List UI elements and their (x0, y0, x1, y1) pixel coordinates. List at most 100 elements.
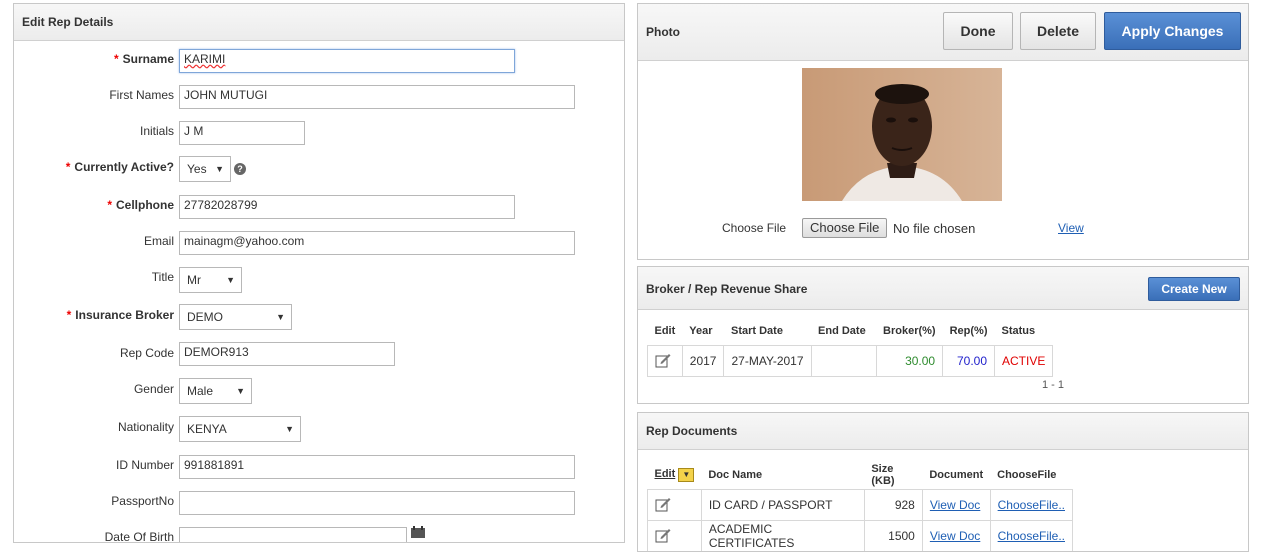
col-end-date: End Date (818, 325, 866, 337)
required-marker: * (65, 160, 71, 174)
rep-code-label: Rep Code (119, 346, 174, 360)
rep-documents-title: Rep Documents (646, 424, 738, 438)
insurance-broker-value: DEMO (187, 310, 223, 324)
edit-cell[interactable] (647, 489, 702, 521)
broker-pct-cell: 30.00 (875, 345, 944, 377)
gender-label: Gender (133, 382, 174, 396)
rep-code-input[interactable]: DEMOR913 (179, 342, 395, 366)
rep-pct-cell: 70.00 (942, 345, 995, 377)
start-date-cell: 27-MAY-2017 (723, 345, 812, 377)
doc-name-cell: ACADEMIC CERTIFICATES (700, 520, 865, 551)
create-new-button[interactable]: Create New (1148, 277, 1240, 301)
rep-documents-region: Rep Documents Edit ▼ Doc Name Size (KB) … (637, 412, 1249, 552)
date-of-birth-input[interactable] (179, 527, 407, 542)
view-doc-link[interactable]: View Doc (921, 489, 991, 521)
size-cell: 928 (863, 489, 923, 521)
end-date-cell (810, 345, 877, 377)
table-header-row: Edit ▼ Doc Name Size (KB) Document Choos… (648, 461, 1073, 490)
dropdown-icon[interactable]: ▼ (678, 468, 695, 482)
photo-title: Photo (646, 25, 680, 39)
choose-file-label: Choose File (722, 221, 787, 235)
choose-file-link-text[interactable]: ChooseFile.. (998, 498, 1065, 512)
surname-input[interactable]: KARIMI (179, 49, 515, 73)
col-start-date: Start Date (730, 325, 783, 337)
pagination-text: 1 - 1 (1042, 379, 1065, 391)
edit-rep-header: Edit Rep Details (14, 4, 624, 41)
col-status: Status (1001, 325, 1036, 337)
edit-pencil-icon (655, 528, 671, 542)
chevron-down-icon: ▼ (215, 164, 224, 174)
initials-label: Initials (139, 124, 174, 138)
choose-file-link-text[interactable]: ChooseFile.. (998, 529, 1065, 543)
title-label: Title (151, 270, 174, 284)
no-file-chosen-text: No file chosen (893, 221, 976, 236)
view-link[interactable]: View (1058, 221, 1084, 235)
surname-value: KARIMI (184, 52, 226, 66)
choose-file-button[interactable]: Choose File (802, 218, 888, 238)
cellphone-input[interactable]: 27782028799 (179, 195, 515, 219)
passport-no-label: PassportNo (111, 494, 174, 508)
size-cell: 1500 (863, 520, 923, 551)
first-names-label: First Names (109, 88, 174, 102)
nationality-value: KENYA (187, 422, 227, 436)
date-of-birth-label: Date Of Birth (104, 530, 174, 543)
view-doc-link-text[interactable]: View Doc (930, 498, 980, 512)
delete-button[interactable]: Delete (1020, 12, 1096, 50)
rep-photo (802, 68, 1002, 201)
required-marker: * (66, 308, 72, 322)
choose-file-link[interactable]: ChooseFile.. (989, 489, 1074, 521)
done-button[interactable]: Done (943, 12, 1013, 50)
currently-active-label: * Currently Active? (14, 160, 174, 174)
col-doc-name: Doc Name (708, 469, 763, 481)
edit-cell[interactable] (647, 345, 683, 377)
table-row: ACADEMIC CERTIFICATES 1500 View Doc Choo… (647, 520, 1074, 551)
col-broker: Broker(%) (883, 325, 936, 337)
table-header-row: Edit Year Start Date End Date Broker(%) … (648, 317, 1053, 346)
title-value: Mr (187, 273, 201, 287)
nationality-select[interactable]: KENYA ▼ (179, 416, 301, 442)
view-doc-link[interactable]: View Doc (921, 520, 991, 551)
title-select[interactable]: Mr ▼ (179, 267, 242, 293)
col-document: Document (929, 469, 984, 481)
view-doc-link-text[interactable]: View Doc (930, 529, 980, 543)
photo-header: Photo Done Delete Apply Changes (638, 4, 1248, 61)
edit-column-link[interactable]: Edit (655, 468, 676, 480)
id-number-input[interactable]: 991881891 (179, 455, 575, 479)
currently-active-value: Yes (187, 162, 207, 176)
surname-label-text: Surname (122, 52, 174, 66)
email-label: Email (143, 234, 174, 248)
email-input[interactable]: mainagm@yahoo.com (179, 231, 575, 255)
calendar-icon[interactable] (410, 526, 426, 541)
insurance-broker-label: * Insurance Broker (14, 308, 174, 322)
col-year: Year (689, 325, 713, 337)
apply-changes-button[interactable]: Apply Changes (1104, 12, 1241, 50)
id-number-label: ID Number (115, 458, 174, 472)
surname-label: * Surname (14, 52, 174, 66)
required-marker: * (107, 198, 112, 212)
gender-value: Male (187, 384, 214, 398)
currently-active-select[interactable]: Yes ▼ (179, 156, 231, 182)
doc-name-cell: ID CARD / PASSPORT (700, 489, 865, 521)
edit-cell[interactable] (647, 520, 702, 551)
revenue-share-region: Broker / Rep Revenue Share Create New Ed… (637, 266, 1249, 404)
revenue-share-title: Broker / Rep Revenue Share (646, 282, 808, 296)
initials-input[interactable]: J M (179, 121, 305, 145)
cellphone-label-text: Cellphone (115, 198, 174, 212)
table-row: 2017 27-MAY-2017 30.00 70.00 ACTIVE (647, 345, 1054, 377)
help-icon[interactable]: ? (234, 163, 246, 175)
rep-documents-table: Edit ▼ Doc Name Size (KB) Document Choos… (647, 461, 1074, 551)
col-edit[interactable]: Edit ▼ (648, 461, 702, 490)
col-edit: Edit (654, 325, 676, 337)
first-names-input[interactable]: JOHN MUTUGI (179, 85, 575, 109)
gender-select[interactable]: Male ▼ (179, 378, 252, 404)
chevron-down-icon: ▼ (285, 424, 294, 434)
edit-rep-region: Edit Rep Details * Surname KARIMI First N… (13, 3, 625, 543)
insurance-broker-select[interactable]: DEMO ▼ (179, 304, 292, 330)
chevron-down-icon: ▼ (226, 275, 235, 285)
passport-no-input[interactable] (179, 491, 575, 515)
table-row: ID CARD / PASSPORT 928 View Doc ChooseFi… (647, 489, 1074, 521)
choose-file-link[interactable]: ChooseFile.. (989, 520, 1074, 551)
nationality-label: Nationality (117, 420, 174, 434)
col-choose-file: ChooseFile (997, 469, 1057, 481)
required-marker: * (113, 52, 119, 66)
